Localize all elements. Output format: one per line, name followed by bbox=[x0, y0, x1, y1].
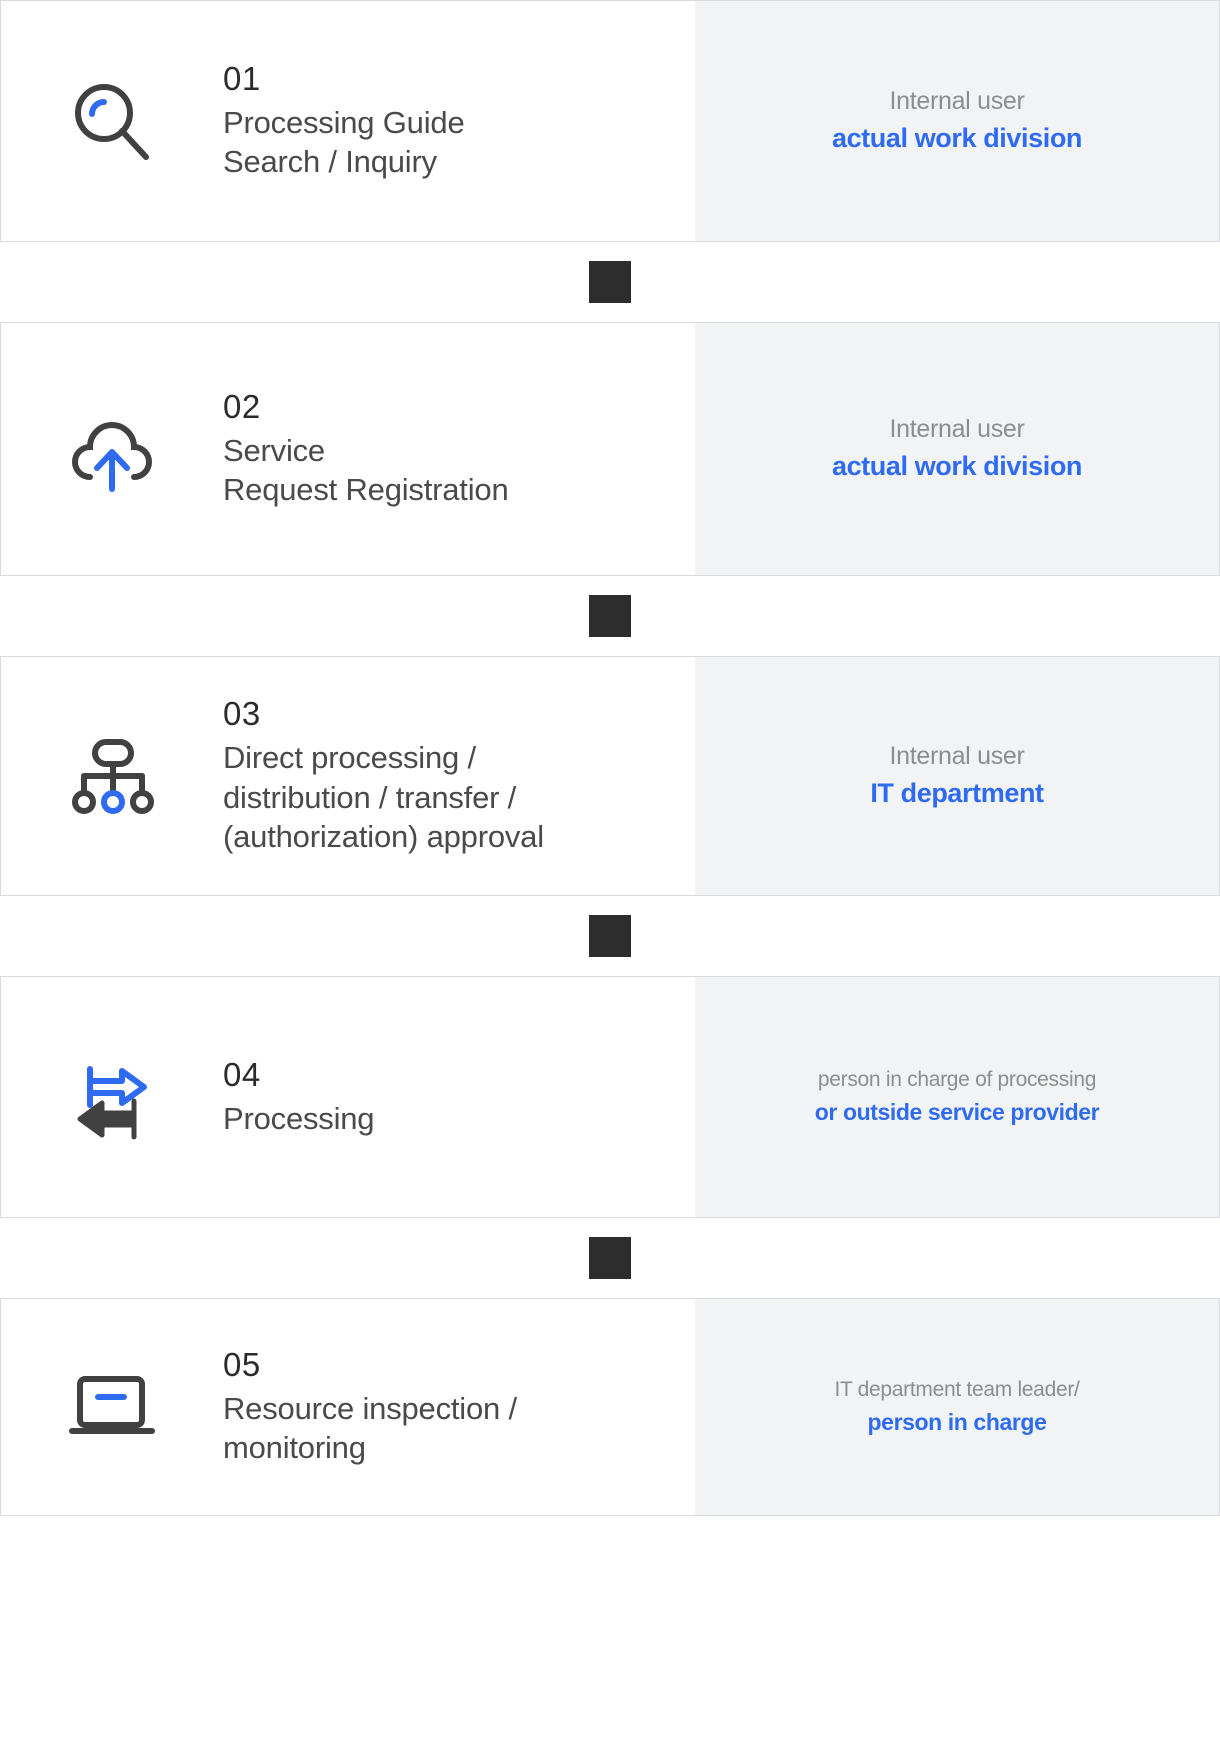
step-text-05: 05 Resource inspection / monitoring bbox=[223, 1346, 695, 1468]
process-step-card-05[interactable]: 05 Resource inspection / monitoring IT d… bbox=[0, 1298, 1220, 1516]
connector-04-05 bbox=[0, 1218, 1220, 1298]
step-title: Processing Guide Search / Inquiry bbox=[223, 104, 465, 180]
laptop-icon bbox=[1, 1359, 223, 1455]
step-role-panel-02: Internal user actual work division bbox=[695, 323, 1219, 575]
connector-square bbox=[589, 915, 631, 957]
step-text-03: 03 Direct processing / distribution / tr… bbox=[223, 695, 695, 857]
step-content-01: 01 Processing Guide Search / Inquiry bbox=[1, 1, 695, 241]
process-step-card-03[interactable]: 03 Direct processing / distribution / tr… bbox=[0, 656, 1220, 896]
step-title: Service Request Registration bbox=[223, 432, 509, 508]
connector-square bbox=[589, 595, 631, 637]
step-title: Resource inspection / monitoring bbox=[223, 1390, 517, 1466]
step-content-03: 03 Direct processing / distribution / tr… bbox=[1, 657, 695, 895]
step-text-02: 02 Service Request Registration bbox=[223, 388, 695, 510]
connector-03-04 bbox=[0, 896, 1220, 976]
process-step-card-02[interactable]: 02 Service Request Registration Internal… bbox=[0, 322, 1220, 576]
step-text-04: 04 Processing bbox=[223, 1056, 695, 1139]
step-number: 01 bbox=[223, 59, 261, 97]
process-step-card-01[interactable]: 01 Processing Guide Search / Inquiry Int… bbox=[0, 0, 1220, 242]
role-primary: Internal user bbox=[889, 415, 1025, 444]
connector-01-02 bbox=[0, 242, 1220, 322]
connector-square bbox=[589, 261, 631, 303]
role-primary: Internal user bbox=[889, 87, 1025, 116]
exchange-arrows-icon bbox=[1, 1049, 223, 1145]
role-secondary: IT department bbox=[870, 778, 1044, 809]
org-chart-icon bbox=[1, 728, 223, 824]
step-text-01: 01 Processing Guide Search / Inquiry bbox=[223, 60, 695, 182]
step-role-panel-05: IT department team leader/ person in cha… bbox=[695, 1299, 1219, 1515]
step-content-04: 04 Processing bbox=[1, 977, 695, 1217]
step-title: Direct processing / distribution / trans… bbox=[223, 739, 544, 855]
step-role-panel-04: person in charge of processing or outsid… bbox=[695, 977, 1219, 1217]
role-primary: IT department team leader/ bbox=[834, 1378, 1080, 1402]
step-number: 03 bbox=[223, 695, 261, 733]
magnifier-icon bbox=[1, 73, 223, 169]
role-secondary: or outside service provider bbox=[814, 1099, 1100, 1126]
process-step-card-04[interactable]: 04 Processing person in charge of proces… bbox=[0, 976, 1220, 1218]
role-secondary: actual work division bbox=[831, 123, 1083, 154]
connector-02-03 bbox=[0, 576, 1220, 656]
step-number: 05 bbox=[223, 1345, 261, 1383]
connector-square bbox=[589, 1237, 631, 1279]
role-secondary: person in charge bbox=[867, 1409, 1047, 1436]
step-role-panel-01: Internal user actual work division bbox=[695, 1, 1219, 241]
step-content-05: 05 Resource inspection / monitoring bbox=[1, 1299, 695, 1515]
step-role-panel-03: Internal user IT department bbox=[695, 657, 1219, 895]
step-number: 02 bbox=[223, 387, 261, 425]
role-secondary: actual work division bbox=[831, 451, 1083, 482]
step-content-02: 02 Service Request Registration bbox=[1, 323, 695, 575]
process-flow: 01 Processing Guide Search / Inquiry Int… bbox=[0, 0, 1220, 1750]
role-primary: Internal user bbox=[889, 742, 1025, 771]
cloud-upload-icon bbox=[1, 401, 223, 497]
role-primary: person in charge of processing bbox=[817, 1068, 1097, 1092]
step-title: Processing bbox=[223, 1100, 375, 1136]
step-number: 04 bbox=[223, 1055, 261, 1093]
